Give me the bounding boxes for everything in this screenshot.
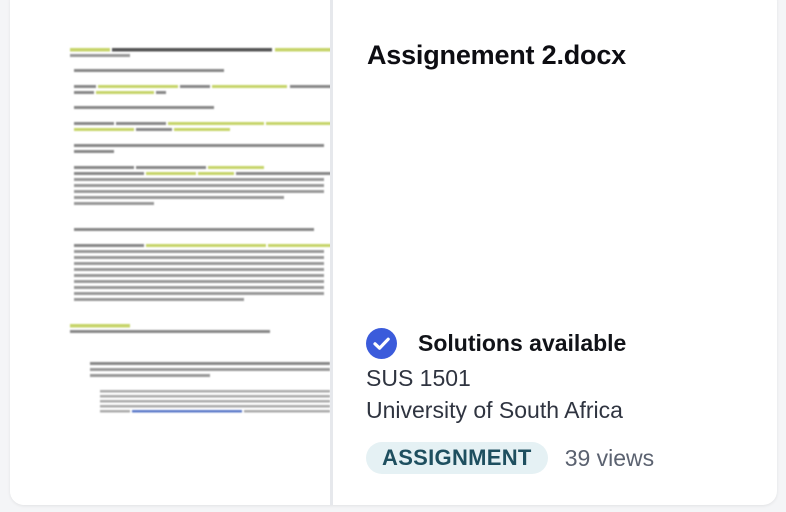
course-code: SUS 1501 [366, 365, 471, 391]
document-title[interactable]: Assignement 2.docx [367, 40, 626, 71]
view-count: 39 views [564, 444, 655, 471]
check-circle-icon [366, 328, 397, 359]
solutions-indicator: Solutions available [366, 328, 626, 359]
document-thumbnail[interactable] [10, 0, 330, 505]
document-preview-image [70, 48, 330, 413]
university-name: University of South Africa [366, 397, 623, 423]
solutions-label: Solutions available [418, 330, 627, 356]
meta-row: ASSIGNMENT 39 views [366, 442, 654, 474]
divider [330, 0, 333, 505]
document-type-badge: ASSIGNMENT [366, 442, 548, 474]
document-card[interactable]: Assignement 2.docx Solutions available S… [10, 0, 777, 505]
